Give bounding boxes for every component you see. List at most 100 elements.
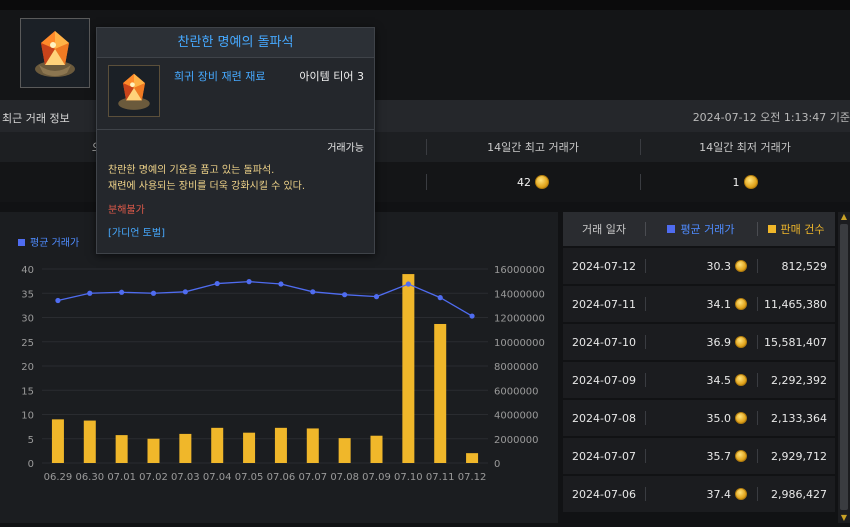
section-title: 최근 거래 정보 bbox=[2, 112, 70, 125]
table-header: 거래 일자 평균 거래가 판매 건수 bbox=[563, 212, 835, 246]
stat-header-high: 14일간 최고 거래가 bbox=[487, 141, 579, 154]
price-chart-panel: 평균 거래가 0 5 10 15 20 25 30 35 40 0 2000000 4000000 60… bbox=[0, 212, 558, 523]
row-price-value: 34.1 bbox=[706, 297, 732, 311]
scroll-up-icon[interactable]: ▲ bbox=[838, 212, 850, 222]
y-left-tick-label: 40 bbox=[21, 265, 34, 276]
y-right-tick-label: 8000000 bbox=[494, 362, 539, 373]
x-tick-label: 07.03 bbox=[171, 472, 200, 483]
item-description: 찬란한 명예의 기운을 품고 있는 돌파석. 재련에 사용되는 장비를 더욱 강… bbox=[108, 163, 305, 195]
row-date: 2024-07-11 bbox=[572, 297, 636, 311]
col-date: 거래 일자 bbox=[582, 223, 626, 236]
x-tick-label: 07.05 bbox=[235, 472, 264, 483]
trade-history-table: 거래 일자 평균 거래가 판매 건수 2024-07-12 30.3 812,529… bbox=[563, 212, 835, 523]
item-icon[interactable] bbox=[20, 18, 90, 88]
stat-high-value: 42 bbox=[517, 175, 531, 189]
col-count: 판매 건수 bbox=[757, 212, 835, 246]
chart-point bbox=[310, 289, 316, 295]
row-date: 2024-07-12 bbox=[572, 259, 636, 273]
scroll-thumb[interactable] bbox=[840, 224, 848, 510]
row-date: 2024-07-06 bbox=[572, 487, 636, 501]
row-price-value: 35.7 bbox=[706, 449, 732, 463]
row-date: 2024-07-09 bbox=[572, 373, 636, 387]
col-count-label: 판매 건수 bbox=[780, 223, 825, 236]
chart-point bbox=[405, 281, 411, 287]
x-tick-label: 06.29 bbox=[44, 472, 73, 483]
y-right-tick-label: 4000000 bbox=[494, 411, 539, 422]
gold-coin-icon bbox=[735, 450, 747, 462]
y-left-tick-label: 25 bbox=[21, 338, 34, 349]
row-count: 2,133,364 bbox=[771, 411, 827, 425]
item-tooltip: 찬란한 명예의 돌파석 희귀 장비 재련 재료 아이템 티어 3 거래가능 찬란… bbox=[96, 27, 375, 254]
scrollbar[interactable]: ▲ ▼ bbox=[838, 212, 850, 523]
item-grade: 희귀 장비 재련 재료 bbox=[174, 70, 266, 83]
y-left-tick-label: 30 bbox=[21, 314, 34, 325]
chart-point bbox=[246, 279, 252, 285]
gold-coin-icon bbox=[735, 336, 747, 348]
y-left-tick-label: 35 bbox=[21, 289, 34, 300]
row-price-value: 34.5 bbox=[706, 373, 732, 387]
row-date: 2024-07-10 bbox=[572, 335, 636, 349]
row-price-value: 36.9 bbox=[706, 335, 732, 349]
gold-coin-icon bbox=[735, 298, 747, 310]
description-line: 재련에 사용되는 장비를 더욱 강화시킬 수 있다. bbox=[108, 181, 306, 192]
item-source: [가디언 토벌] bbox=[108, 228, 165, 239]
table-row: 2024-07-11 34.1 11,465,380 bbox=[563, 286, 835, 322]
chart-bar bbox=[211, 427, 224, 463]
row-price: 30.3 bbox=[645, 248, 757, 284]
x-tick-label: 06.30 bbox=[75, 472, 104, 483]
x-tick-label: 07.07 bbox=[298, 472, 327, 483]
chart-bar bbox=[466, 453, 479, 463]
disassemble-status: 분해불가 bbox=[108, 205, 145, 216]
chart-point bbox=[373, 294, 380, 300]
table-row: 2024-07-10 36.9 15,581,407 bbox=[563, 324, 835, 360]
gold-coin-icon bbox=[743, 175, 758, 189]
y-left-tick-label: 0 bbox=[28, 459, 34, 470]
chart-bar bbox=[147, 438, 160, 463]
timestamp: 2024-07-12 오전 1:13:47 기준 bbox=[692, 111, 850, 124]
chart-point bbox=[182, 289, 188, 295]
item-tier: 아이템 티어 3 bbox=[299, 70, 364, 83]
y-right-tick-label: 6000000 bbox=[494, 386, 539, 397]
y-left-tick-label: 15 bbox=[21, 386, 34, 397]
y-right-tick-label: 12000000 bbox=[494, 314, 545, 325]
legend-swatch-blue bbox=[667, 225, 676, 233]
row-count: 15,581,407 bbox=[764, 335, 827, 349]
gem-icon bbox=[118, 73, 150, 110]
row-date: 2024-07-08 bbox=[572, 411, 636, 425]
y-right-tick-label: 10000000 bbox=[494, 338, 545, 349]
y-right-tick-label: 0 bbox=[494, 459, 500, 470]
row-price: 34.1 bbox=[645, 286, 757, 322]
chart-bar bbox=[274, 427, 287, 463]
gold-coin-icon bbox=[735, 412, 747, 424]
x-tick-label: 07.10 bbox=[394, 472, 423, 483]
price-chart: 평균 거래가 0 5 10 15 20 25 30 35 40 0 2000000 4000000 60… bbox=[18, 237, 545, 483]
gem-icon bbox=[35, 31, 75, 77]
chart-bar bbox=[115, 435, 128, 463]
row-price: 37.4 bbox=[645, 476, 757, 512]
x-tick-label: 07.11 bbox=[426, 472, 455, 483]
chart-bar bbox=[434, 323, 447, 463]
table-row: 2024-07-12 30.3 812,529 bbox=[563, 248, 835, 284]
item-name: 찬란한 명예의 돌파석 bbox=[97, 28, 374, 58]
chart-point bbox=[55, 297, 61, 304]
chart-point bbox=[150, 290, 157, 296]
x-tick-label: 07.09 bbox=[362, 472, 391, 483]
row-price: 34.5 bbox=[645, 362, 757, 398]
row-count: 2,986,427 bbox=[771, 487, 827, 501]
x-tick-label: 07.04 bbox=[203, 472, 232, 483]
row-price-value: 35.0 bbox=[706, 411, 732, 425]
chart-bar bbox=[51, 419, 64, 463]
gold-coin-icon bbox=[735, 260, 747, 272]
scroll-down-icon[interactable]: ▼ bbox=[838, 513, 850, 523]
top-bar bbox=[0, 0, 850, 10]
chart-bar bbox=[306, 428, 319, 463]
table-row: 2024-07-09 34.5 2,292,392 bbox=[563, 362, 835, 398]
row-price: 35.0 bbox=[645, 400, 757, 436]
legend-label: 평균 거래가 bbox=[30, 237, 79, 249]
row-price-value: 30.3 bbox=[706, 259, 732, 273]
stat-header-low: 14일간 최저 거래가 bbox=[699, 141, 791, 154]
y-left-tick-label: 20 bbox=[21, 362, 34, 373]
y-right-tick-label: 14000000 bbox=[494, 289, 545, 300]
row-date: 2024-07-07 bbox=[572, 449, 636, 463]
row-price-value: 37.4 bbox=[706, 487, 732, 501]
